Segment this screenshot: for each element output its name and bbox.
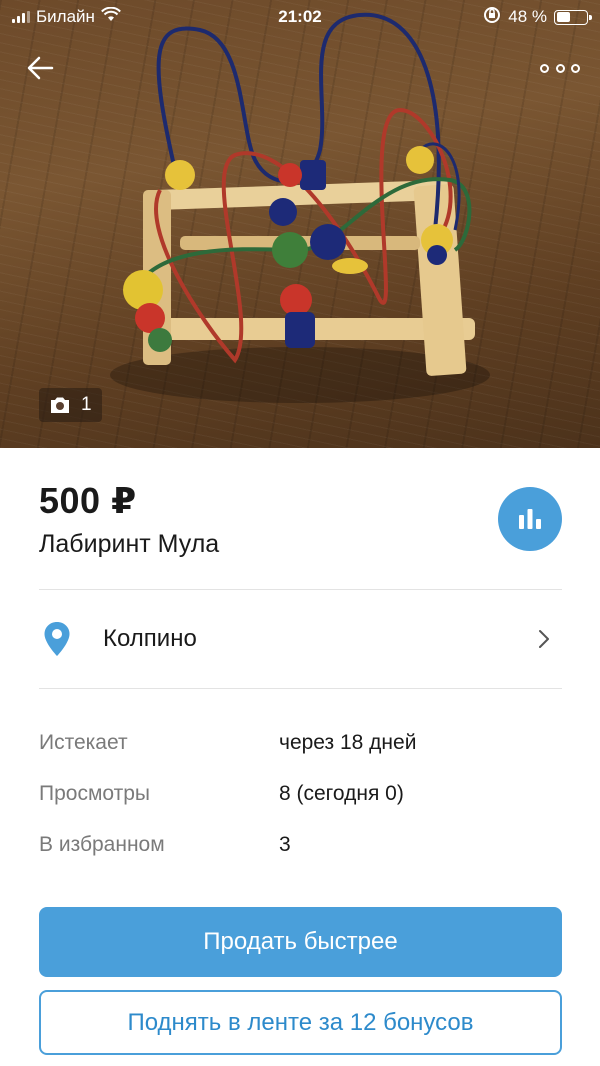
detail-row-expires: Истекает через 18 дней xyxy=(39,723,562,763)
sell-faster-button[interactable]: Продать быстрее xyxy=(39,907,562,977)
signal-icon xyxy=(12,11,30,23)
listing-title: Лабиринт Мула xyxy=(39,530,220,558)
price: 500 ₽ xyxy=(39,480,137,521)
detail-value: 8 (сегодня 0) xyxy=(279,782,404,805)
dot-icon xyxy=(540,63,549,73)
bar-chart-icon xyxy=(519,509,541,529)
statistics-button[interactable] xyxy=(498,487,562,551)
arrow-left-icon xyxy=(27,56,54,80)
photo-count: 1 xyxy=(81,394,92,415)
photo-count-badge: 1 xyxy=(39,388,102,422)
battery-percent: 48 % xyxy=(508,7,547,26)
location-row[interactable]: Колпино xyxy=(39,590,562,688)
carrier-name: Билайн xyxy=(36,7,95,26)
boost-listing-button[interactable]: Поднять в ленте за 12 бонусов xyxy=(39,990,562,1055)
more-options-button[interactable] xyxy=(540,55,580,81)
divider xyxy=(39,688,562,689)
dot-icon xyxy=(555,63,565,73)
camera-icon xyxy=(51,397,69,413)
back-button[interactable] xyxy=(22,50,62,86)
orientation-lock-icon xyxy=(483,6,501,29)
toy-photo-illustration xyxy=(110,12,490,403)
location-pin-icon xyxy=(44,622,70,656)
location-name: Колпино xyxy=(103,625,197,652)
detail-row-views: Просмотры 8 (сегодня 0) xyxy=(39,774,562,814)
dot-icon xyxy=(571,63,580,73)
detail-row-favorites: В избранном 3 xyxy=(39,825,562,865)
detail-label: Истекает xyxy=(39,731,128,754)
detail-label: В избранном xyxy=(39,833,165,856)
chevron-right-icon xyxy=(539,630,549,648)
listing-photo[interactable]: Билайн 21:02 48 % 1 xyxy=(0,0,600,448)
detail-label: Просмотры xyxy=(39,782,150,805)
status-bar: Билайн 21:02 48 % xyxy=(0,0,600,34)
detail-value: 3 xyxy=(279,833,291,856)
wifi-icon xyxy=(101,6,121,27)
detail-value: через 18 дней xyxy=(279,731,417,754)
battery-icon xyxy=(554,9,592,25)
